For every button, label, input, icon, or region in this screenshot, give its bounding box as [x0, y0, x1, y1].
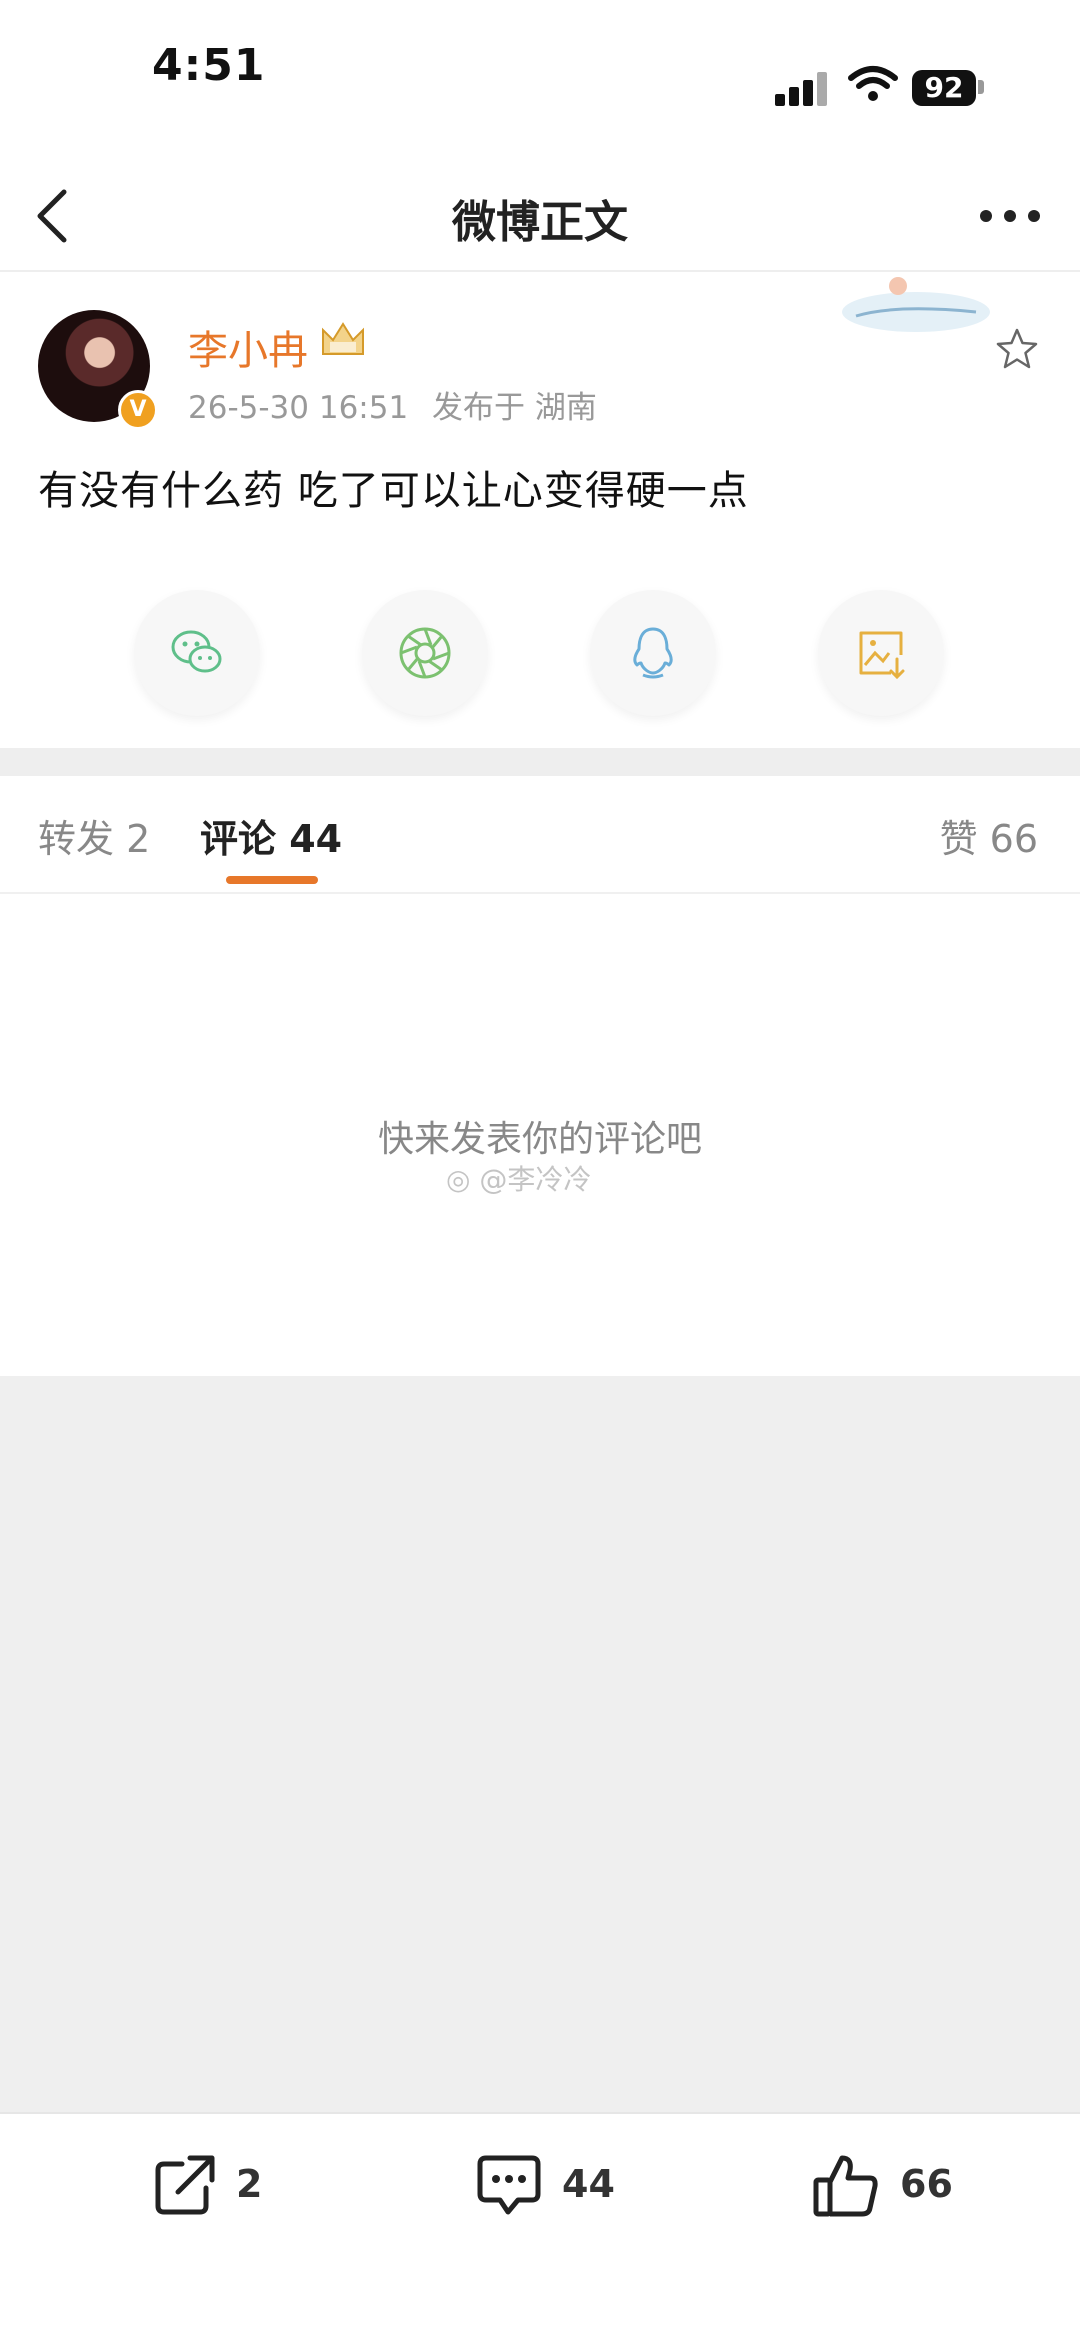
tab-divider	[0, 892, 1080, 894]
post-text: 有没有什么药 吃了可以让心变得硬一点	[38, 468, 749, 514]
like-button[interactable]: 66	[812, 2150, 962, 2220]
author-name[interactable]: 李小冉	[188, 318, 308, 376]
battery-tip	[978, 80, 984, 94]
comment-count: 44	[562, 2162, 615, 2206]
watermark-text: @李冷冷	[479, 1163, 592, 1196]
post-meta: 26-5-30 16:51 发布于 湖南	[188, 382, 597, 427]
share-moments-button[interactable]	[362, 590, 488, 716]
active-tab-indicator	[226, 876, 318, 884]
qq-icon	[633, 627, 673, 679]
wechat-icon	[171, 630, 222, 673]
more-icon[interactable]	[980, 204, 1046, 224]
tab-comment[interactable]: 评论 44	[200, 808, 342, 863]
share-qq-button[interactable]	[590, 590, 716, 716]
weibo-watermark-icon: ◎	[446, 1163, 471, 1196]
post-location: 发布于 湖南	[432, 390, 597, 426]
member-crown-icon	[322, 322, 364, 355]
section-divider	[0, 748, 1080, 776]
tab-like[interactable]: 赞 66	[940, 808, 1038, 863]
share-wechat-button[interactable]	[134, 590, 260, 716]
comment-icon	[477, 2155, 541, 2215]
empty-area	[0, 1376, 1080, 2112]
nav-bar: 微博正文	[0, 160, 1080, 272]
repost-count: 2	[236, 2162, 263, 2206]
verified-badge-icon: V	[118, 390, 158, 430]
decorative-badge-icon	[842, 277, 990, 332]
wifi-icon	[848, 66, 898, 101]
like-count: 66	[900, 2162, 953, 2206]
star-icon[interactable]	[994, 326, 1040, 372]
repost-icon	[155, 2155, 215, 2215]
post-timestamp: 26-5-30 16:51	[188, 390, 409, 426]
watermark: ◎ @李冷冷	[446, 1158, 591, 1198]
comment-button[interactable]: 44	[474, 2150, 634, 2220]
empty-comments-text: 快来发表你的评论吧	[377, 1119, 702, 1160]
page-title: 微博正文	[452, 197, 628, 248]
bottom-toolbar	[0, 2112, 1080, 2350]
repost-button[interactable]: 2	[150, 2150, 270, 2220]
save-image-button[interactable]	[818, 590, 944, 716]
tab-repost[interactable]: 转发 2	[38, 808, 150, 863]
battery-indicator: 92	[912, 70, 976, 106]
signal-icon	[775, 72, 827, 106]
status-time: 4:51	[152, 40, 266, 91]
like-icon	[813, 2155, 878, 2217]
save-image-icon	[859, 631, 905, 680]
moments-icon	[399, 627, 451, 679]
